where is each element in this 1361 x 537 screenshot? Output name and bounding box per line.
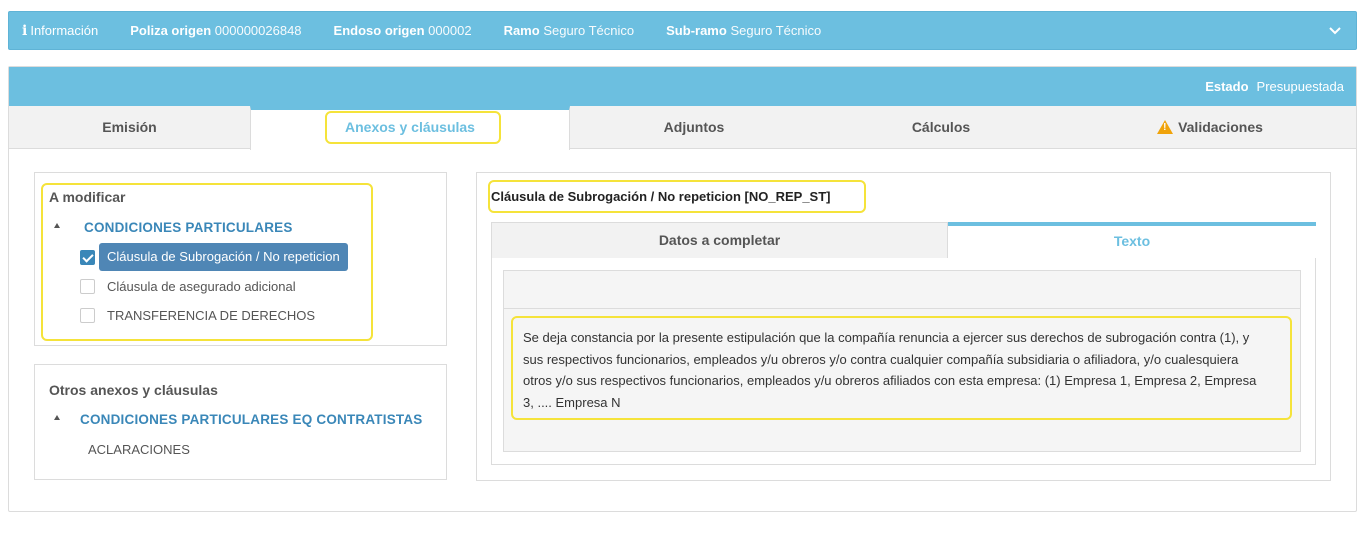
sub-ramo-label: Sub-ramo	[666, 23, 727, 38]
clause-text-line: otros y/o sus respectivos funcionarios, …	[523, 373, 1257, 388]
clause-tabs: Datos a completar Texto	[491, 222, 1316, 259]
estado-value: Presupuestada	[1256, 79, 1344, 94]
others-box-title: Otros anexos y cláusulas	[49, 382, 218, 398]
tab-validaciones-label: Validaciones	[1178, 119, 1263, 135]
tab-anexos-clausulas[interactable]: Anexos y cláusulas	[250, 106, 570, 150]
info-icon: i	[22, 22, 28, 39]
tab-emision[interactable]: Emisión	[9, 106, 250, 148]
ramo-label: Ramo	[503, 23, 540, 38]
info-label: Información	[30, 23, 99, 38]
tab-validaciones[interactable]: Validaciones	[1064, 106, 1356, 148]
checkbox-asegurado-adicional[interactable]	[80, 279, 95, 294]
editor-toolbar	[504, 271, 1300, 309]
tree-expand-icon[interactable]	[54, 415, 60, 420]
ramo-value: Seguro Técnico	[543, 23, 635, 38]
item-subrogacion[interactable]: Cláusula de Subrogación / No repeticion	[99, 243, 348, 271]
modify-box-title: A modificar	[49, 189, 126, 205]
checkbox-transferencia[interactable]	[80, 308, 95, 323]
tab-datos-completar[interactable]: Datos a completar	[491, 222, 948, 259]
clause-title: Cláusula de Subrogación / No repeticion …	[491, 189, 831, 204]
estado-label: Estado	[1205, 79, 1249, 94]
clause-text-line: sus respectivos funcionarios, empleados …	[523, 351, 1239, 367]
checkbox-subrogacion[interactable]	[80, 250, 95, 265]
clause-text[interactable]: Se deja constancia por la presente estip…	[523, 327, 1293, 413]
endoso-origen-value: 000002	[428, 23, 472, 38]
sub-ramo-value: Seguro Técnico	[730, 23, 822, 38]
clause-text-line: 3, .... Empresa N	[523, 394, 621, 410]
warning-icon	[1157, 120, 1174, 134]
group-condiciones-particulares[interactable]: CONDICIONES PARTICULARES	[84, 220, 293, 235]
chevron-down-icon[interactable]	[1328, 23, 1342, 37]
clause-text-line: Se deja constancia por la presente estip…	[523, 330, 1250, 345]
tab-texto[interactable]: Texto	[948, 222, 1316, 259]
item-asegurado-adicional[interactable]: Cláusula de asegurado adicional	[107, 279, 296, 294]
info-bar: i Información Poliza origen 000000026848…	[8, 11, 1357, 50]
main-tabs: Emisión Anexos y cláusulas Adjuntos Cálc…	[9, 106, 1356, 150]
endoso-origen-label: Endoso origen	[333, 23, 425, 38]
group-condiciones-eq-contratistas[interactable]: CONDICIONES PARTICULARES EQ CONTRATISTAS	[80, 412, 423, 427]
tab-calculos[interactable]: Cálculos	[818, 106, 1064, 148]
poliza-origen-value: 000000026848	[214, 23, 302, 38]
tab-adjuntos[interactable]: Adjuntos	[570, 106, 818, 148]
tree-expand-icon[interactable]	[54, 223, 60, 228]
sub-ramo: Sub-ramo Seguro Técnico	[666, 23, 821, 38]
estado-bar: Estado Presupuestada	[9, 67, 1356, 106]
endoso-origen: Endoso origen 000002	[334, 23, 472, 38]
item-aclaraciones[interactable]: ACLARACIONES	[88, 442, 190, 457]
poliza-origen-label: Poliza origen	[130, 23, 212, 38]
ramo: Ramo Seguro Técnico	[504, 23, 635, 38]
poliza-origen: Poliza origen 000000026848	[130, 23, 301, 38]
item-transferencia[interactable]: TRANSFERENCIA DE DERECHOS	[107, 308, 315, 323]
